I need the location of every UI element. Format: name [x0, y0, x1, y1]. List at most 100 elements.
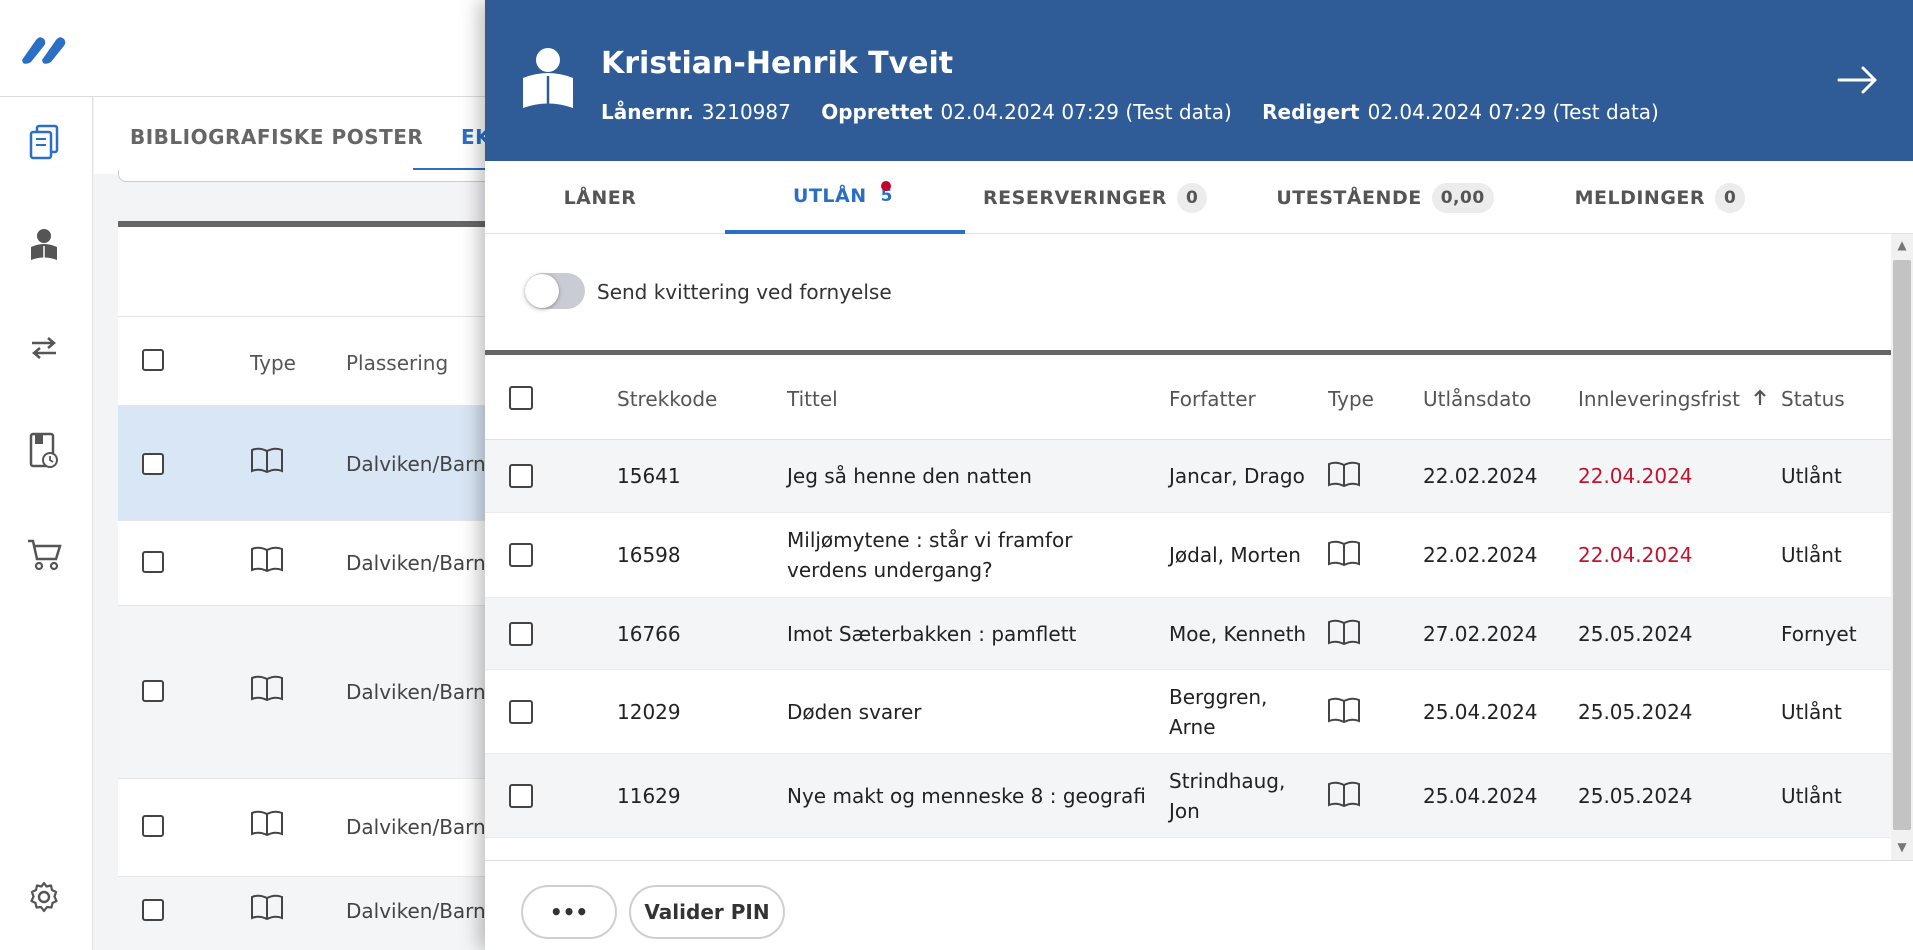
row-checkbox[interactable]: [509, 543, 533, 567]
loan-row[interactable]: 16598 Miljømytene : står vi framfor verd…: [485, 513, 1891, 598]
loan-date: 27.02.2024: [1423, 622, 1538, 646]
table-header-row: [118, 227, 518, 317]
table-row[interactable]: Dalviken/Barn: [118, 877, 518, 950]
app-logo[interactable]: [18, 34, 70, 64]
loan-date: 25.04.2024: [1423, 700, 1538, 724]
tab-label: LÅNER: [563, 186, 637, 209]
book-icon: [1328, 781, 1360, 808]
transfer-icon[interactable]: [26, 330, 62, 366]
row-checkbox[interactable]: [142, 680, 164, 702]
loan-row[interactable]: 15641 Jeg så henne den natten Jancar, Dr…: [485, 440, 1891, 513]
barcode: 16598: [617, 543, 681, 567]
tab-label: MELDINGER: [1574, 186, 1706, 209]
drawer-footer: ••• Valider PIN: [485, 860, 1913, 950]
tab-reservations[interactable]: RESERVERINGER 0: [983, 161, 1207, 234]
loan-row[interactable]: 16766 Imot Sæterbakken : pamflett Moe, K…: [485, 598, 1891, 670]
row-checkbox[interactable]: [142, 453, 164, 475]
due-date-overdue: 22.04.2024: [1578, 464, 1693, 488]
cart-icon[interactable]: [26, 536, 62, 572]
select-all-checkbox[interactable]: [142, 349, 164, 371]
row-checkbox[interactable]: [509, 622, 533, 646]
tab-loans[interactable]: UTLÅN 5: [725, 161, 965, 234]
location-text: Dalviken/Barn: [346, 680, 486, 704]
loan-status: Utlånt: [1781, 700, 1842, 724]
row-checkbox[interactable]: [509, 784, 533, 808]
table-row[interactable]: Dalviken/Barn: [118, 779, 518, 877]
edited-label: Redigert: [1262, 100, 1360, 124]
author: Berggren, Arne: [1169, 685, 1268, 739]
title: Nye makt og menneske 8 : geografi: [787, 784, 1146, 808]
left-rail: [0, 97, 93, 950]
column-header-barcode[interactable]: Strekkode: [617, 387, 717, 411]
background-tabs: BIBLIOGRAFISKE POSTER EK: [94, 97, 514, 174]
validate-pin-button[interactable]: Valider PIN: [629, 885, 785, 939]
title: Miljømytene : står vi framfor verdens un…: [787, 528, 1073, 582]
loan-row[interactable]: 11629 Nye makt og menneske 8 : geografi …: [485, 754, 1891, 838]
table-header: Type Plassering: [118, 317, 518, 406]
loan-history-icon[interactable]: [26, 432, 62, 469]
table-row[interactable]: Dalviken/Barn: [118, 521, 518, 606]
tab-bibliographic-records[interactable]: BIBLIOGRAFISKE POSTER: [130, 125, 423, 149]
row-checkbox[interactable]: [509, 700, 533, 724]
barcode: 16766: [617, 622, 681, 646]
due-date-header-label: Innleveringsfrist: [1578, 387, 1740, 411]
loan-row[interactable]: 12029 Døden svarer Berggren, Arne 25.04.…: [485, 670, 1891, 754]
column-header-type[interactable]: Type: [1328, 387, 1374, 411]
column-header-loan-date[interactable]: Utlånsdato: [1423, 387, 1531, 411]
column-header-status[interactable]: Status: [1781, 387, 1845, 411]
scroll-down-arrow-icon[interactable]: ▼: [1895, 840, 1909, 854]
column-header-due-date[interactable]: Innleveringsfrist: [1578, 387, 1768, 411]
title: Jeg så henne den natten: [787, 464, 1032, 488]
renewal-receipt-toggle[interactable]: [525, 273, 585, 309]
book-icon: [1328, 461, 1360, 488]
select-all-checkbox[interactable]: [509, 386, 533, 410]
created-value: 02.04.2024 07:29 (Test data): [940, 100, 1232, 124]
row-checkbox[interactable]: [142, 815, 164, 837]
scroll-up-arrow-icon[interactable]: ▲: [1895, 238, 1909, 252]
scrollbar-thumb[interactable]: [1893, 260, 1911, 830]
card-number-value: 3210987: [701, 100, 791, 124]
author: Jødal, Morten: [1169, 543, 1301, 567]
row-checkbox[interactable]: [142, 551, 164, 573]
location-text: Dalviken/Barn: [346, 452, 486, 476]
book-icon: [251, 546, 283, 573]
book-icon: [251, 447, 283, 474]
messages-count-badge: 0: [1715, 182, 1746, 213]
row-checkbox[interactable]: [142, 899, 164, 921]
patron-name: Kristian-Henrik Tveit: [601, 46, 954, 81]
book-icon: [251, 894, 283, 921]
edited-value: 02.04.2024 07:29 (Test data): [1367, 100, 1659, 124]
row-checkbox[interactable]: [509, 464, 533, 488]
book-icon: [251, 810, 283, 837]
title: Imot Sæterbakken : pamflett: [787, 622, 1077, 646]
author: Jancar, Drago: [1169, 464, 1305, 488]
sort-ascending-arrow-icon: [1754, 389, 1767, 405]
close-drawer-arrow-icon[interactable]: [1835, 58, 1879, 102]
tab-outstanding[interactable]: UTESTÅENDE 0,00: [1265, 161, 1505, 234]
barcode: 15641: [617, 464, 681, 488]
more-actions-button[interactable]: •••: [521, 885, 617, 939]
created-label: Opprettet: [821, 100, 933, 124]
patron-icon[interactable]: [26, 227, 62, 263]
column-header-author[interactable]: Forfatter: [1169, 387, 1256, 411]
more-actions-label: •••: [549, 900, 589, 924]
gear-icon[interactable]: [26, 879, 62, 915]
card-number-label: Lånernr.: [601, 100, 694, 124]
tab-messages[interactable]: MELDINGER 0: [1555, 161, 1765, 234]
vertical-scrollbar[interactable]: ▲ ▼: [1891, 234, 1913, 860]
patron-drawer: Kristian-Henrik Tveit Lånernr. 3210987 Op…: [485, 0, 1913, 950]
patron-reader-icon: [523, 48, 573, 108]
table-row[interactable]: Dalviken/Barn: [118, 606, 518, 779]
toggle-knob: [525, 274, 559, 308]
table-row[interactable]: Dalviken/Barn: [118, 406, 518, 521]
column-header-title[interactable]: Tittel: [787, 387, 838, 411]
due-date: 25.05.2024: [1578, 700, 1693, 724]
barcode: 11629: [617, 784, 681, 808]
tab-patron[interactable]: LÅNER: [515, 161, 685, 234]
catalog-icon[interactable]: [26, 124, 62, 160]
location-text: Dalviken/Barn: [346, 551, 486, 575]
tab-label: RESERVERINGER: [983, 186, 1167, 209]
background-search-box: [118, 170, 518, 182]
patron-header: Kristian-Henrik Tveit Lånernr. 3210987 Op…: [485, 0, 1913, 161]
column-header-location: Plassering: [346, 351, 449, 375]
